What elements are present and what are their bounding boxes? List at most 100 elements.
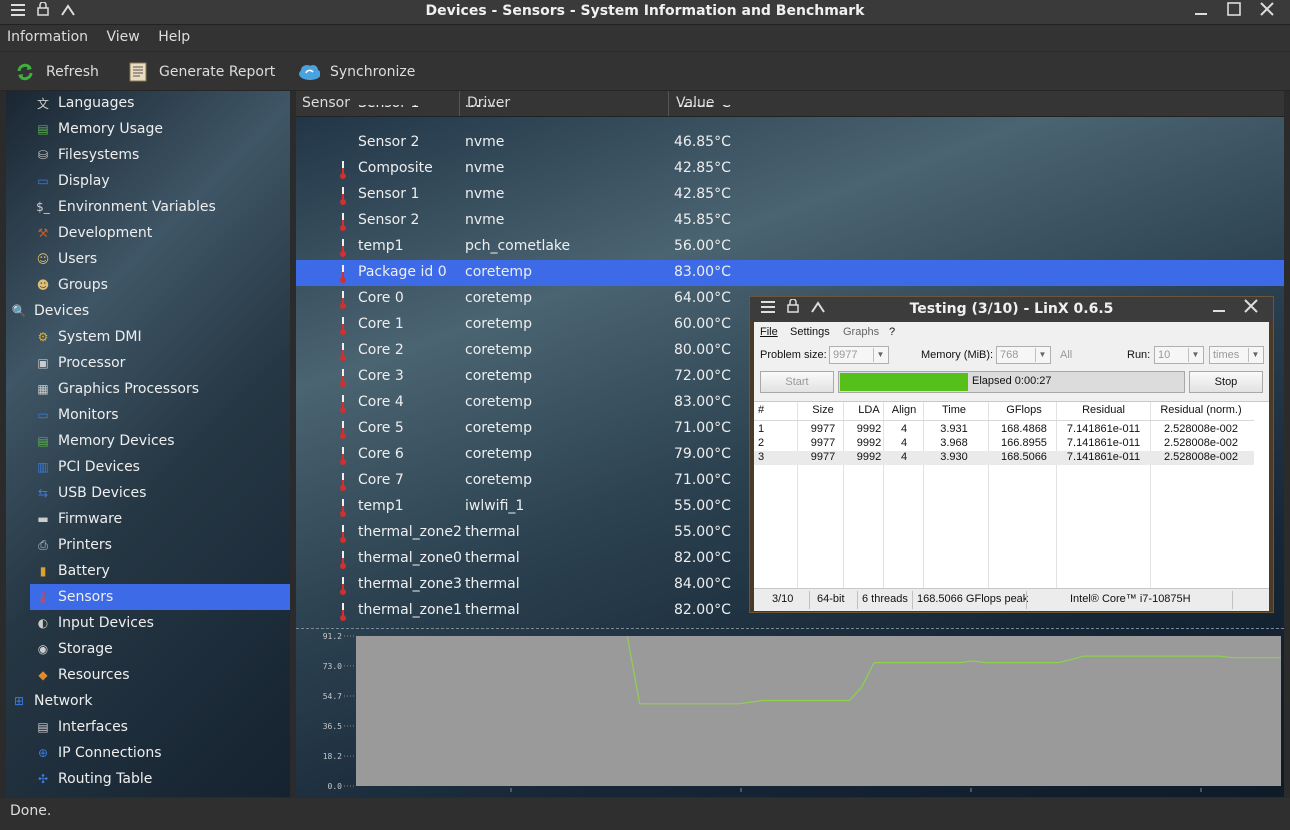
sidebar-item-printers[interactable]: ⎙ Printers	[30, 532, 290, 558]
minimize-icon[interactable]	[1209, 299, 1229, 319]
sidebar-item-languages[interactable]: 文 Languages	[30, 91, 290, 116]
close-icon[interactable]	[1241, 299, 1261, 319]
chevron-down-icon[interactable]: ▼	[1248, 348, 1262, 362]
results-cell: 3.931	[940, 423, 968, 435]
sidebar-item-routing-table[interactable]: ✣ Routing Table	[30, 766, 290, 792]
results-column-header[interactable]: Size	[798, 404, 848, 416]
sensor-value: 45.85°C	[674, 212, 731, 228]
sensor-driver: coretemp	[465, 264, 532, 280]
chevron-down-icon[interactable]: ▼	[1035, 348, 1049, 362]
memory-input[interactable]: 768 ▼	[996, 346, 1051, 364]
linx-titlebar[interactable]: Testing (3/10) - LinX 0.6.5	[750, 297, 1273, 321]
linx-menu-settings[interactable]: Settings	[790, 326, 830, 338]
chevron-down-icon[interactable]: ▼	[1188, 348, 1202, 362]
results-column-header[interactable]: Residual	[1057, 404, 1150, 416]
linx-menu-file[interactable]: File	[760, 326, 778, 338]
memory-all-checkbox[interactable]: All	[1060, 349, 1072, 361]
sidebar-item-system-dmi[interactable]: ⚙ System DMI	[30, 324, 290, 350]
sidebar-item-ip-connections[interactable]: ⊕ IP Connections	[30, 740, 290, 766]
sensor-name: thermal_zone0	[358, 550, 462, 566]
sidebar-item-processor[interactable]: ▣ Processor	[30, 350, 290, 376]
sidebar-item-network[interactable]: ⊞ Network	[6, 688, 290, 714]
run-count-input[interactable]: 10 ▼	[1154, 346, 1204, 364]
sidebar-item-usb-devices[interactable]: ⇆ USB Devices	[30, 480, 290, 506]
sidebar-item-label: Display	[58, 173, 110, 189]
refresh-button[interactable]: Refresh	[14, 61, 99, 83]
table-row[interactable]: Composite nvme 42.85°C	[296, 156, 1284, 182]
status-cpu: Intel® Core™ i7-10875H	[1070, 593, 1191, 605]
results-column-header[interactable]: Time	[924, 404, 984, 416]
sidebar-item-monitors[interactable]: ▭ Monitors	[30, 402, 290, 428]
results-column-header[interactable]: Residual (norm.)	[1151, 404, 1251, 416]
sidebar-item-pci-devices[interactable]: ▥ PCI Devices	[30, 454, 290, 480]
table-row[interactable]: Sensor 1 nvme 42.85°C	[296, 182, 1284, 208]
sidebar-item-graphics-processors[interactable]: ▦ Graphics Processors	[30, 376, 290, 402]
results-row[interactable]: 2 9977 9992 4 3.968 166.8955 7.141861e-011 2.52…	[754, 437, 1254, 451]
sidebar-item-firmware[interactable]: ▬ Firmware	[30, 506, 290, 532]
sidebar-item-display[interactable]: ▭ Display	[30, 168, 290, 194]
minimize-icon[interactable]	[1191, 2, 1211, 22]
maximize-icon[interactable]	[1224, 2, 1244, 22]
sidebar-item-memory-usage[interactable]: ▤ Memory Usage	[30, 116, 290, 142]
sidebar-item-devices[interactable]: 🔍 Devices	[6, 298, 290, 324]
sensor-value: 42.85°C	[674, 186, 731, 202]
start-button[interactable]: Start	[760, 371, 834, 393]
sidebar-item-groups[interactable]: ☻ Groups	[30, 272, 290, 298]
results-column-header[interactable]: GFlops	[989, 404, 1059, 416]
sensor-driver: thermal	[465, 524, 520, 540]
table-row-partial[interactable]: Sensor 1 nvme 42.85°C	[296, 105, 1284, 117]
sensor-name: temp1	[358, 498, 404, 514]
results-table[interactable]: # Size LDA Align Time GFlops Residual Residual …	[754, 401, 1269, 588]
sidebar-item-label: Groups	[58, 277, 108, 293]
problem-size-input[interactable]: 9977 ▼	[829, 346, 889, 364]
sidebar-item-development[interactable]: ⚒ Development	[30, 220, 290, 246]
linx-menu-help[interactable]: ?	[889, 326, 895, 338]
sidebar-item-storage[interactable]: ◉ Storage	[30, 636, 290, 662]
memory-icon: ▤	[37, 434, 49, 448]
sidebar-item-label: Memory Devices	[58, 433, 175, 449]
sidebar-item-input-devices[interactable]: ◐ Input Devices	[30, 610, 290, 636]
results-cell: 4	[900, 437, 908, 449]
menu-view[interactable]: View	[100, 25, 147, 45]
sensor-line-chart: 91.2 73.0 54.7 36.5 18.2 0.0	[323, 632, 1281, 792]
thermometer-icon: 🌡	[35, 590, 51, 604]
run-unit-select[interactable]: times ▼	[1209, 346, 1264, 364]
table-row[interactable]: Sensor 2 nvme 46.85°C	[296, 130, 1284, 156]
synchronize-button[interactable]: Synchronize	[298, 61, 415, 83]
sidebar-item-filesystems[interactable]: ⛁ Filesystems	[30, 142, 290, 168]
sidebar-tree[interactable]: 文 Languages ▤ Memory Usage ⛁ Filesystems ▭ Disp…	[6, 91, 290, 797]
sidebar-item-label: Battery	[58, 563, 110, 579]
sidebar-item-users[interactable]: ☺ Users	[30, 246, 290, 272]
close-icon[interactable]	[1257, 2, 1277, 22]
table-row[interactable]: temp1 pch_cometlake 56.00°C	[296, 234, 1284, 260]
menu-help[interactable]: Help	[151, 25, 197, 45]
sidebar-item-resources[interactable]: ◆ Resources	[30, 662, 290, 688]
generate-report-button[interactable]: Generate Report	[127, 61, 275, 83]
window-titlebar[interactable]: Devices - Sensors - System Information a…	[0, 0, 1290, 25]
results-row[interactable]: 1 9977 9992 4 3.931 168.4868 7.141861e-011 2.52…	[754, 423, 1254, 437]
linx-window[interactable]: Testing (3/10) - LinX 0.6.5 File Setting…	[749, 296, 1274, 613]
results-cell: 3	[758, 451, 765, 463]
menu-information[interactable]: Information	[0, 25, 95, 45]
chevron-down-icon[interactable]: ▼	[873, 348, 887, 362]
table-row[interactable]: Package id 0 coretemp 83.00°C	[296, 260, 1284, 286]
table-row[interactable]: Sensor 2 nvme 45.85°C	[296, 208, 1284, 234]
results-column-header[interactable]: #	[758, 404, 788, 416]
stop-button[interactable]: Stop	[1189, 371, 1263, 393]
sidebar-item-interfaces[interactable]: ▤ Interfaces	[30, 714, 290, 740]
sidebar-item-sensors[interactable]: 🌡 Sensors	[30, 584, 290, 610]
users-icon: ☺	[36, 252, 50, 266]
synchronize-label: Synchronize	[330, 64, 416, 80]
y-tick-label: 73.0	[323, 662, 342, 671]
sensor-driver: thermal	[465, 576, 520, 592]
sidebar-item-label: Input Devices	[58, 615, 154, 631]
sensor-name: Sensor 2	[358, 134, 420, 150]
results-cell: 4	[900, 423, 908, 435]
sidebar-item-battery[interactable]: ▮ Battery	[30, 558, 290, 584]
linx-menu-graphs[interactable]: Graphs	[843, 326, 879, 338]
results-column-header[interactable]: Align	[884, 404, 924, 416]
results-row[interactable]: 3 9977 9992 4 3.930 168.5066 7.141861e-011 2.52…	[754, 451, 1254, 465]
sidebar-item-environment-variables[interactable]: $_ Environment Variables	[30, 194, 290, 220]
y-tick-label: 36.5	[323, 722, 342, 731]
sidebar-item-memory-devices[interactable]: ▤ Memory Devices	[30, 428, 290, 454]
